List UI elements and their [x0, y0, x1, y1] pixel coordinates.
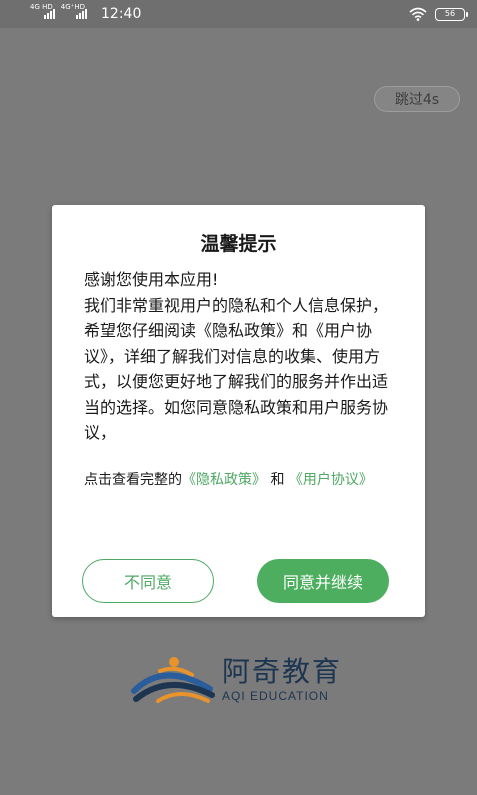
dialog-body: 感谢您使用本应用! 我们非常重视用户的隐私和个人信息保护，希望您仔细阅读《隐私政…	[84, 267, 396, 446]
links-prefix: 点击查看完整的	[84, 472, 182, 488]
status-right: 56	[409, 7, 468, 21]
signal-sim2: 4G⁺HD	[61, 4, 87, 19]
dialog-message: 我们非常重视用户的隐私和个人信息保护，希望您仔细阅读《隐私政策》和《用户协议》，…	[84, 295, 389, 443]
status-bar: 4G HD 4G⁺HD 12:40 56	[0, 0, 477, 28]
network-type-label: 4G⁺HD	[60, 3, 85, 11]
wifi-icon	[409, 7, 427, 21]
status-time: 12:40	[101, 6, 142, 22]
signal-sim1: 4G HD	[30, 4, 55, 19]
brand-name-en: AQI EDUCATION	[222, 689, 329, 703]
links-conjunction: 和	[266, 472, 289, 488]
aqi-logo-icon	[131, 657, 215, 703]
network-type-label: 4G HD	[30, 3, 53, 11]
skip-button[interactable]: 跳过4s	[374, 86, 460, 112]
dialog-greeting: 感谢您使用本应用!	[84, 270, 219, 289]
privacy-policy-link[interactable]: 《隐私政策》	[182, 472, 266, 488]
dialog-title: 温馨提示	[200, 233, 277, 255]
policy-links-line: 点击查看完整的《隐私政策》 和 《用户协议》	[84, 467, 396, 493]
brand-logo-block: 阿奇教育 AQI EDUCATION	[130, 652, 360, 708]
brand-text: 阿奇教育 AQI EDUCATION	[222, 656, 342, 704]
decline-button[interactable]: 不同意	[82, 559, 214, 603]
privacy-dialog: 温馨提示 感谢您使用本应用! 我们非常重视用户的隐私和个人信息保护，希望您仔细阅…	[52, 205, 425, 617]
battery-icon: 56	[435, 7, 468, 21]
accept-continue-button[interactable]: 同意并继续	[257, 559, 389, 603]
brand-name-cn: 阿奇教育	[222, 655, 343, 688]
user-agreement-link[interactable]: 《用户协议》	[289, 472, 373, 488]
